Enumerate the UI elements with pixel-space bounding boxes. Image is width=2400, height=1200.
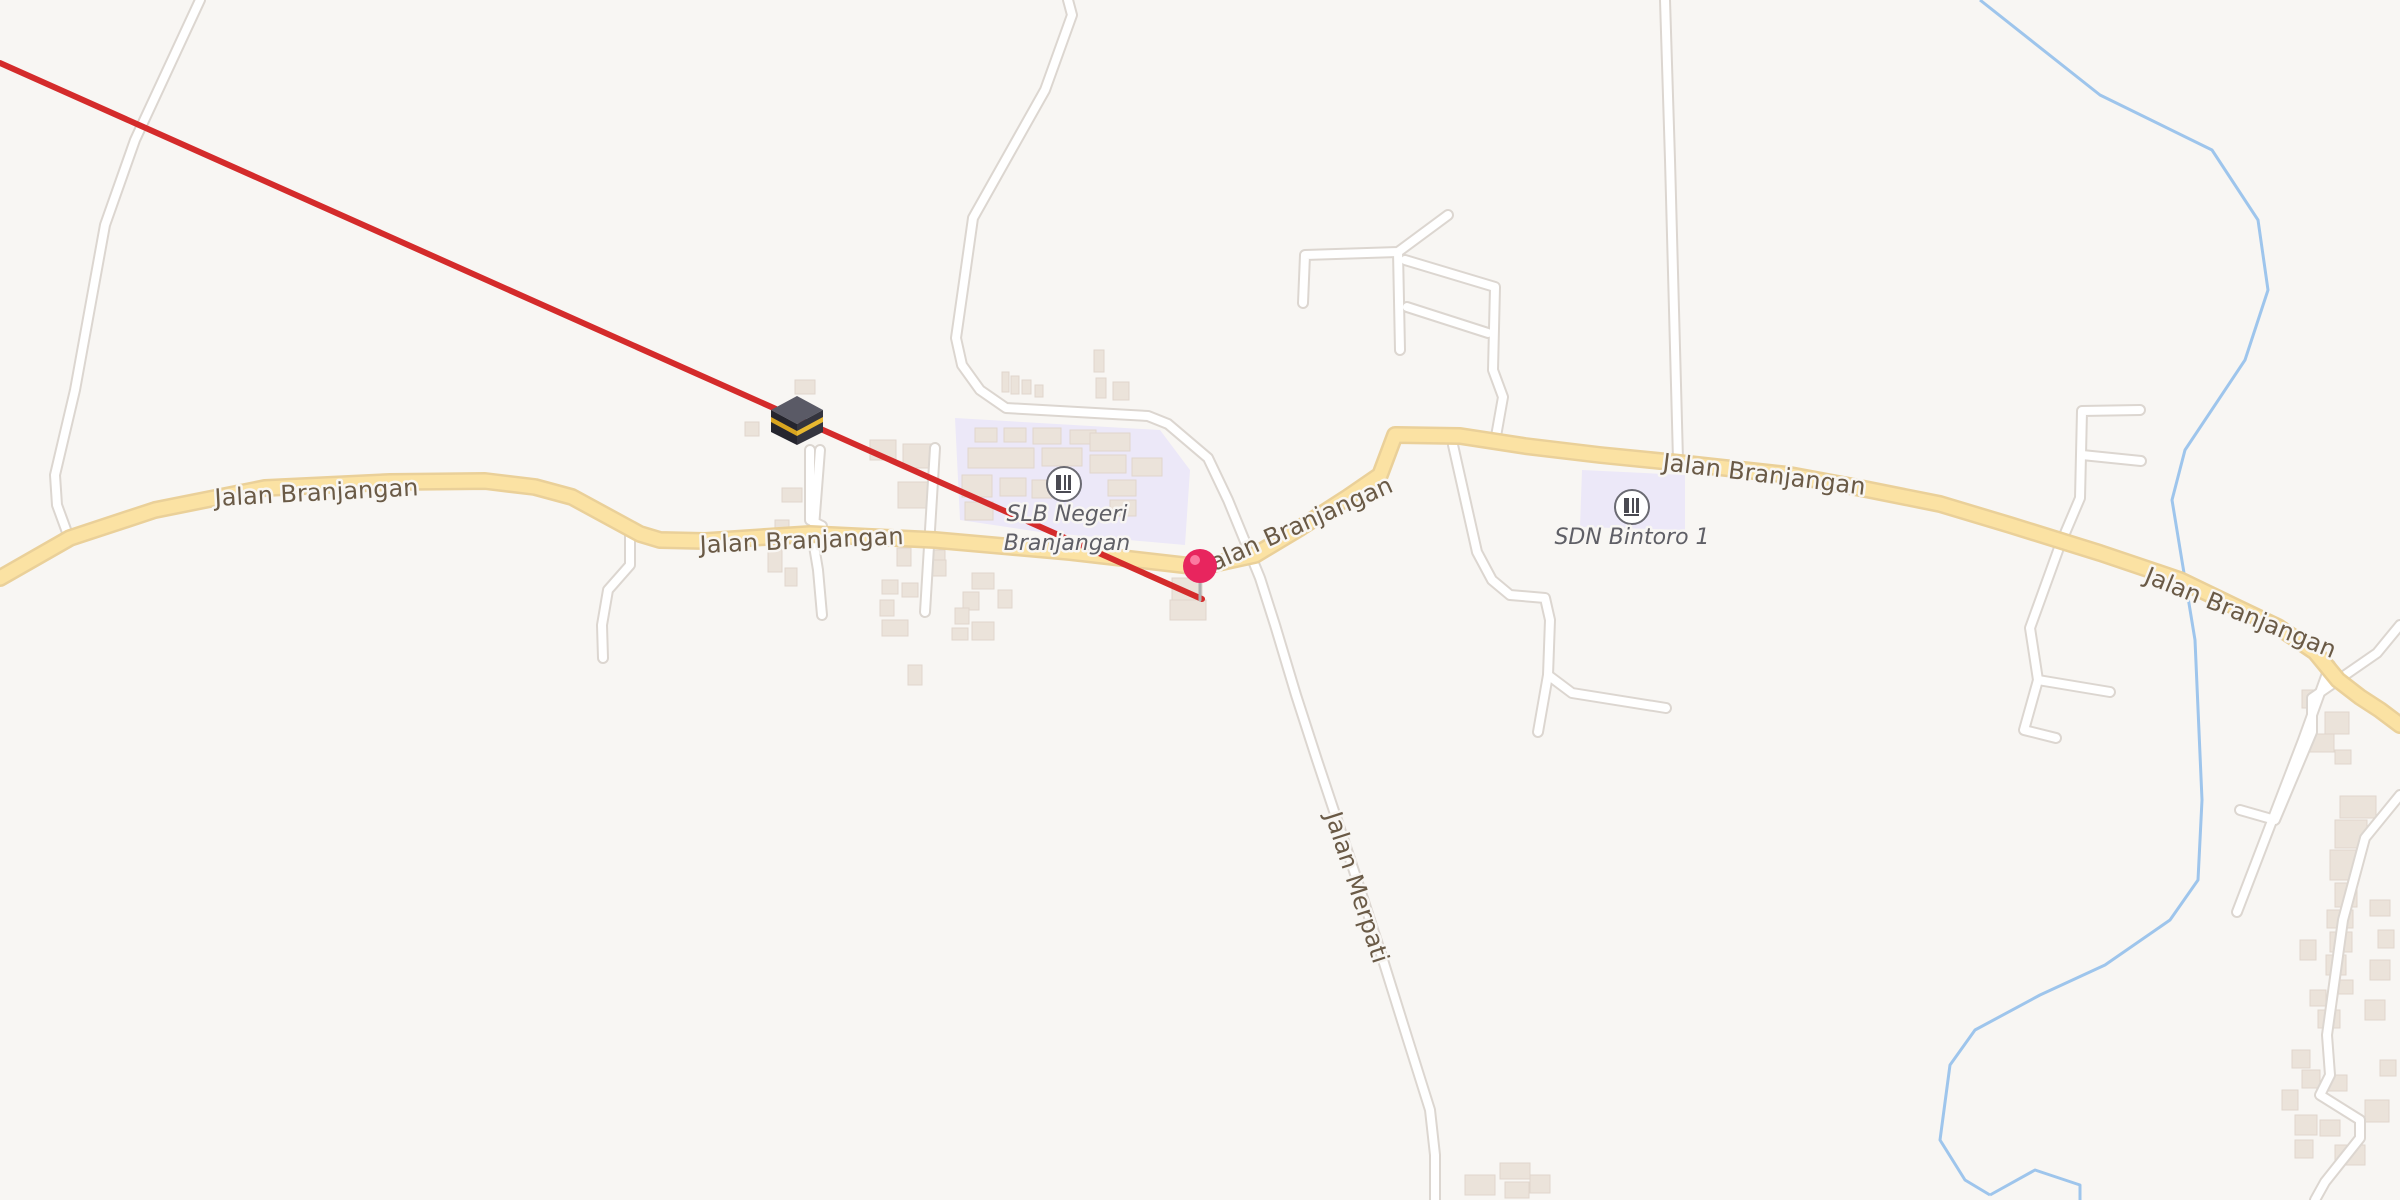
poi-label-sdn-bintoro-1: SDN Bintoro 1 [1554, 525, 1709, 550]
school-icon[interactable] [1046, 466, 1082, 502]
map-canvas[interactable]: Jalan Branjangan Jalan Branjangan Jalan … [0, 0, 2400, 1200]
poi-label-slb-negeri-branjangan-line1: SLB Negeri [1007, 502, 1128, 527]
poi-label-slb-negeri-branjangan-line2: Branjangan [1004, 531, 1131, 556]
school-icon[interactable] [1614, 489, 1650, 525]
